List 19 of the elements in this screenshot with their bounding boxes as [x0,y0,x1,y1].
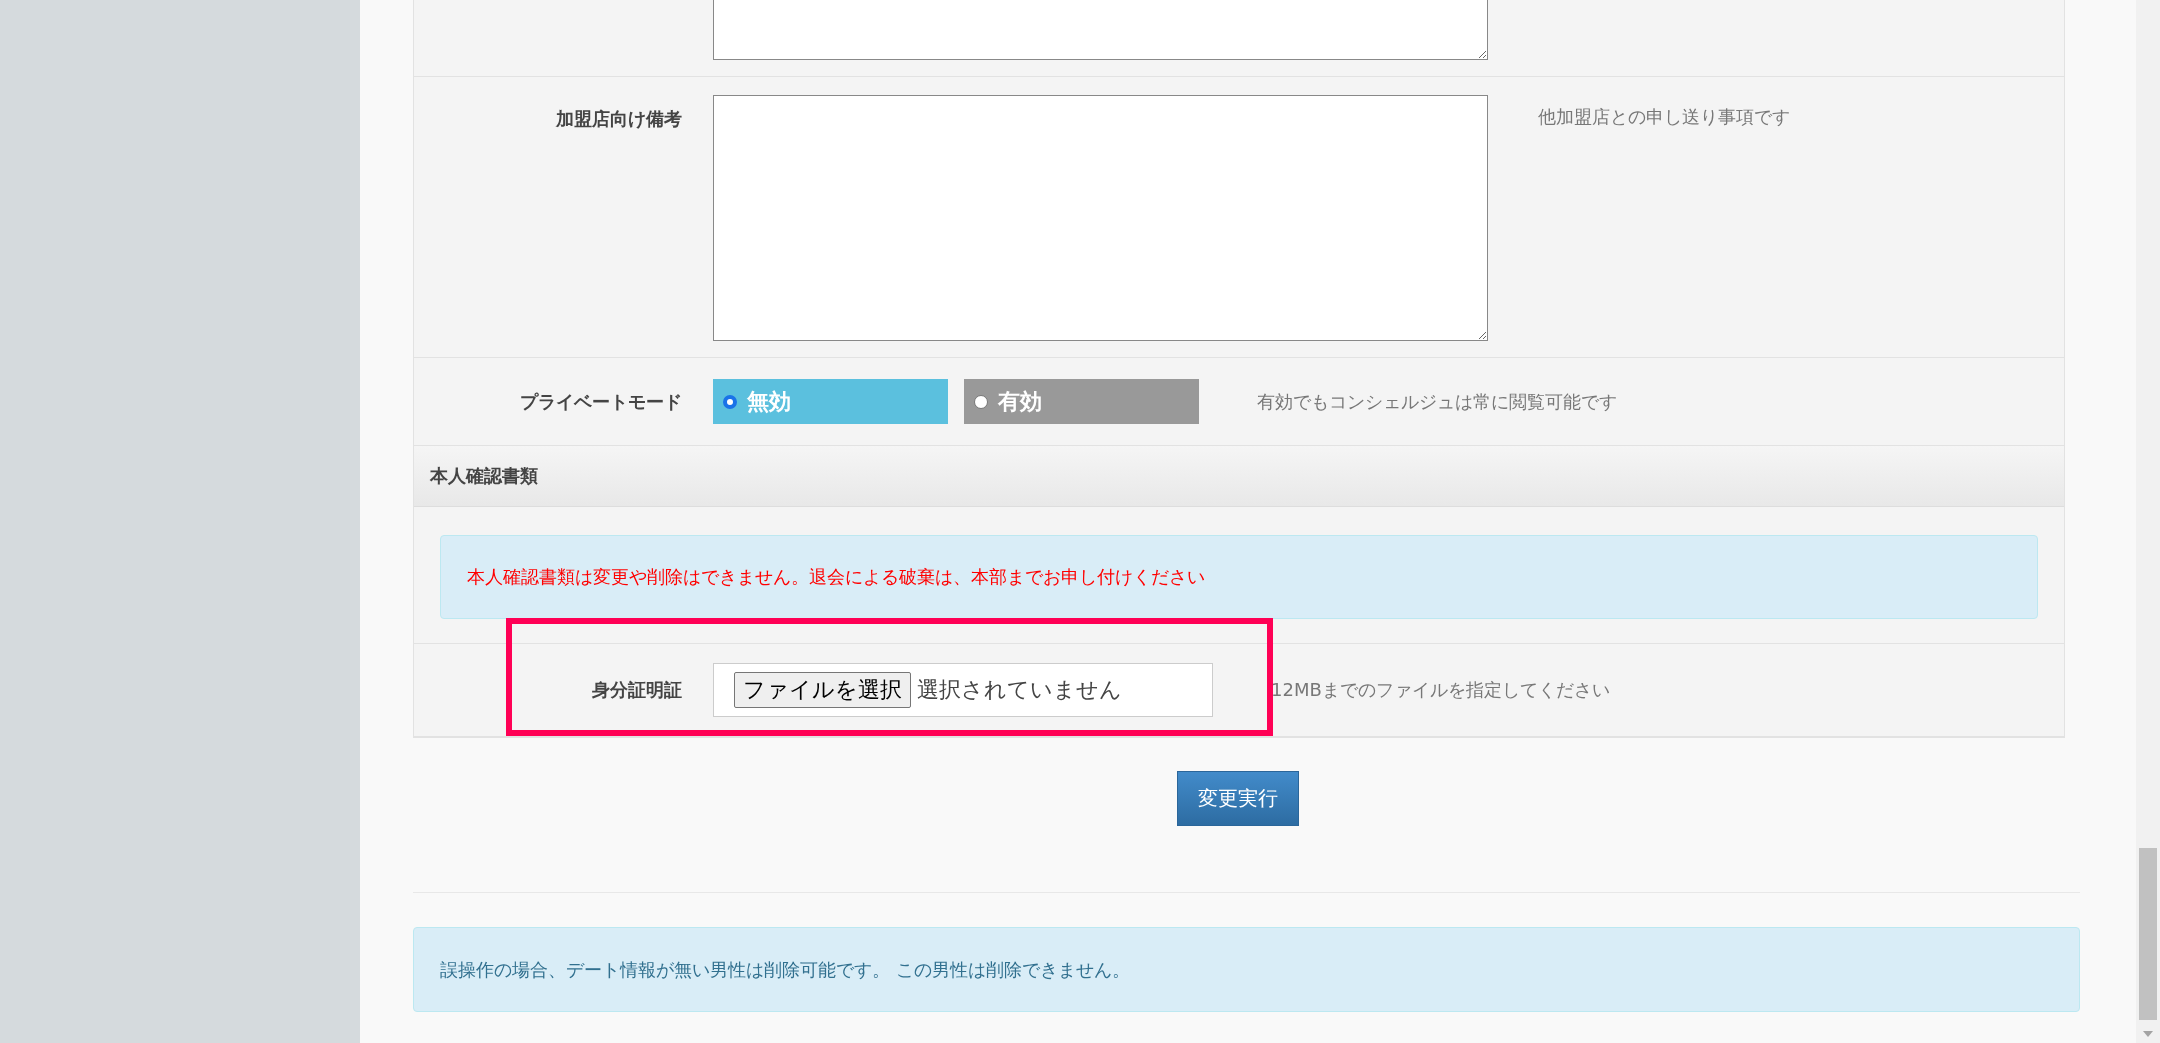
field-label: 身分証明証 [592,679,682,700]
scroll-down-icon[interactable] [2143,1031,2153,1037]
submit-button[interactable]: 変更実行 [1177,771,1299,826]
file-input[interactable]: ファイルを選択 選択されていません [713,663,1213,717]
help-text: 有効でもコンシェルジュは常に閲覧可能です [1257,389,1617,414]
help-text: 12MBまでのファイルを指定してください [1271,678,1610,702]
file-status: 選択されていません [917,676,1122,704]
text-area[interactable] [713,0,1488,60]
text-area[interactable] [713,95,1488,341]
field-label: プライベートモード [520,390,682,412]
scrollbar[interactable] [2136,0,2160,1043]
field-label: 加盟店向け備考 [556,107,682,131]
radio-option[interactable]: 有効 [964,379,1199,424]
choose-file-button[interactable]: ファイルを選択 [734,672,911,708]
help-text: 他加盟店との申し送り事項です [1538,105,1790,129]
section-title: 本人確認書類 [430,464,538,488]
scroll-thumb[interactable] [2139,848,2157,1020]
info-text: 誤操作の場合、デート情報が無い男性は削除可能です。 この男性は削除できません。 [440,957,1130,982]
notice-text: 本人確認書類は変更や削除はできません。退会による破棄は、本部までお申し付けください [467,565,1205,589]
